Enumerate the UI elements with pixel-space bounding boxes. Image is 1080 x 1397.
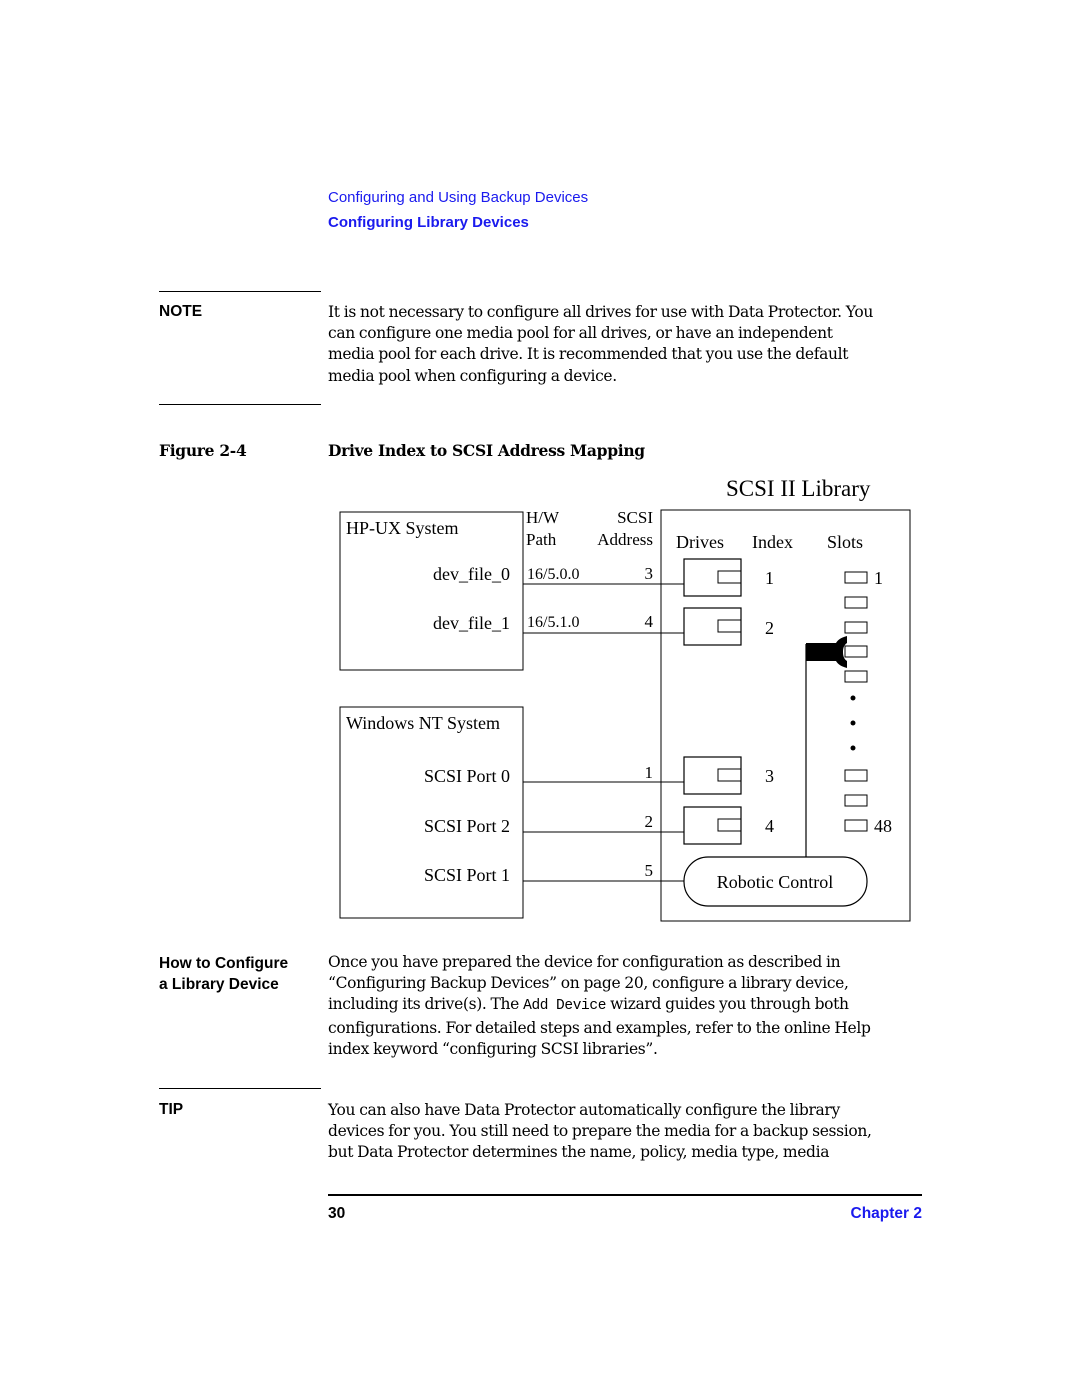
slot [844, 571, 868, 584]
slot [844, 621, 868, 634]
hpux-device-1: dev_file_1 [433, 613, 510, 633]
slot-last-label: 48 [874, 816, 892, 836]
slots-header: Slots [827, 532, 863, 552]
slot [844, 670, 868, 683]
how-to-label: How to Configure a Library Device [159, 953, 288, 995]
how-to-line-text: wizard guides you through both [606, 995, 849, 1014]
tip-text: You can also have Data Protector automat… [328, 1100, 928, 1164]
how-to-line: Once you have prepared the device for co… [328, 953, 841, 971]
index-header: Index [752, 532, 793, 552]
scsi-address-hpux-1: 4 [645, 612, 654, 631]
scsi-header-line1: SCSI [617, 508, 653, 527]
add-device-wizard-code: Add Device [523, 998, 607, 1015]
tip-top-rule [159, 1088, 321, 1089]
how-to-line: including its drive(s). The Add Device w… [328, 994, 928, 1017]
drive-3 [683, 756, 742, 795]
how-to-label-line: How to Configure [159, 955, 289, 972]
scsi-address-nt-0: 1 [645, 763, 654, 782]
slot [844, 819, 868, 832]
slot-first-label: 1 [874, 568, 883, 588]
tip-line: You can also have Data Protector automat… [328, 1101, 840, 1119]
drive-1 [683, 558, 742, 597]
drives-header: Drives [676, 532, 724, 552]
how-to-line: index keyword “configuring SCSI librarie… [328, 1039, 658, 1058]
hw-header-line2: Path [526, 530, 557, 549]
ellipsis-dot [850, 745, 856, 751]
drive-4 [683, 806, 742, 845]
robotic-arm-icon [805, 636, 847, 857]
windows-title: Windows NT System [346, 713, 500, 733]
scsi-address-nt-1: 2 [645, 812, 654, 831]
windows-port-2: SCSI Port 1 [424, 865, 510, 885]
how-to-line: “Configuring Backup Devices” on page 20,… [328, 974, 849, 993]
windows-port-0: SCSI Port 0 [424, 766, 510, 786]
footer-rule [328, 1194, 922, 1196]
hw-header-line1: H/W [526, 508, 560, 527]
library-title: SCSI II Library [726, 476, 871, 501]
ellipsis-dot [850, 720, 856, 726]
slot [844, 645, 868, 658]
slot [844, 596, 868, 609]
robotic-control-label: Robotic Control [717, 872, 834, 892]
ellipsis-dot [850, 695, 856, 701]
hw-path-1: 16/5.1.0 [527, 614, 579, 631]
windows-system-box [339, 706, 524, 919]
hpux-title: HP-UX System [346, 518, 459, 538]
chapter-link[interactable]: Chapter 2 [851, 1205, 923, 1223]
how-to-label-line: a Library Device [159, 976, 279, 993]
drive-index-3: 3 [765, 766, 774, 786]
slot [844, 794, 868, 807]
tip-line: devices for you. You still need to prepa… [328, 1122, 872, 1141]
slot [844, 769, 868, 782]
drive-index-4: 4 [765, 816, 774, 836]
how-to-text: Once you have prepared the device for co… [328, 952, 928, 1060]
hw-path-0: 16/5.0.0 [527, 566, 579, 583]
drive-index-1: 1 [765, 568, 774, 588]
scsi-mapping-diagram: SCSI II Library HP-UX System dev_file_0 … [339, 476, 911, 922]
scsi-address-hpux-0: 3 [645, 564, 654, 583]
tip-label: TIP [159, 1101, 184, 1118]
how-to-line: configurations. For detailed steps and e… [328, 1018, 871, 1037]
drive-index-2: 2 [765, 618, 774, 638]
scsi-address-nt-2: 5 [645, 861, 654, 880]
drive-2 [683, 607, 742, 646]
page-number: 30 [328, 1205, 346, 1222]
hpux-device-0: dev_file_0 [433, 564, 510, 584]
scsi-header-line2: Address [597, 530, 653, 549]
windows-port-1: SCSI Port 2 [424, 816, 510, 836]
tip-line: but Data Protector determines the name, … [328, 1143, 830, 1162]
how-to-line-text: including its drive(s). The [328, 995, 524, 1014]
